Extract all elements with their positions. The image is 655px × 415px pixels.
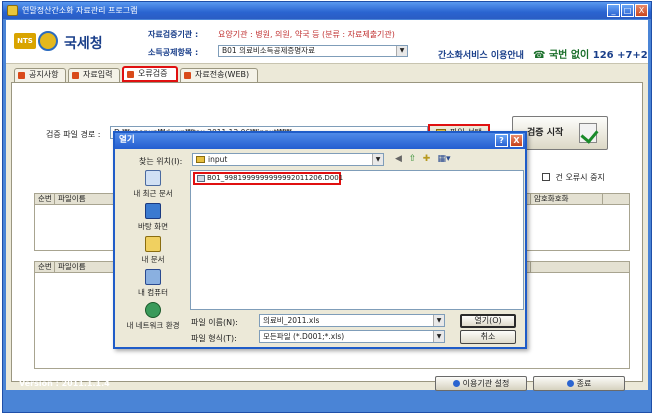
tab-icon	[184, 72, 191, 79]
place-desktop[interactable]: 바탕 화면	[119, 203, 187, 235]
filetype-label: 파일 형식(T):	[191, 334, 237, 343]
cancel-button[interactable]: 취소	[460, 330, 516, 344]
open-button[interactable]: 열기(O)	[460, 314, 516, 328]
tab-label: 오류검증	[138, 69, 168, 78]
back-icon[interactable]: ◀	[393, 154, 404, 165]
org-value: 요양기관 : 병원, 의원, 약국 등 (분류 : 자료제출기관)	[218, 30, 395, 39]
dialog-title-bar[interactable]: 열기 ? X	[115, 133, 525, 149]
phone-number: 126 +7+2	[592, 50, 648, 61]
filetype-value: 모든파일 (*.D001;*.xls)	[263, 332, 345, 341]
place-label: 바탕 화면	[138, 222, 168, 231]
chevron-down-icon[interactable]: ▼	[433, 331, 444, 342]
org-setup-label: 이용기관 설정	[462, 379, 510, 388]
chevron-down-icon[interactable]: ▼	[396, 46, 407, 56]
phone-info: ☎ 국번 없이 126 +7+2	[533, 46, 648, 61]
new-folder-icon[interactable]: ✚	[421, 154, 432, 165]
app-icon	[7, 5, 18, 16]
tab-icon	[18, 72, 25, 79]
look-in-value: input	[208, 155, 228, 164]
places-bar: 내 최근 문서 바탕 화면 내 문서 내 컴퓨터 내 네트워크 환경	[119, 170, 187, 346]
service-info-link[interactable]: 간소화서비스 이용안내	[438, 48, 524, 61]
chevron-down-icon[interactable]: ▼	[372, 154, 383, 165]
my-docs-icon	[145, 236, 161, 252]
look-in-select[interactable]: input ▼	[192, 153, 384, 166]
footer-bar: Version : 2011.1.1.4 이용기관 설정 종료	[3, 372, 645, 394]
tab-label: 자료전송(WEB)	[195, 70, 250, 79]
place-recent[interactable]: 내 최근 문서	[119, 170, 187, 202]
view-menu-icon[interactable]: ▦▾	[435, 154, 453, 165]
file-name: B01_9981999999999992011206.D001	[207, 174, 344, 182]
stop-on-error-checkbox[interactable]	[542, 173, 550, 181]
verify-start-label: 검증 시작	[527, 128, 564, 138]
place-my-computer[interactable]: 내 컴퓨터	[119, 269, 187, 301]
exit-button[interactable]: 종료	[533, 376, 625, 391]
checklist-icon	[579, 123, 597, 143]
tab-error-verify[interactable]: 오류검증	[122, 66, 178, 82]
open-file-dialog: 열기 ? X 찾는 위치(I): input ▼ ◀ ⇧ ✚ ▦▾ 내 최근 문…	[113, 131, 527, 349]
version-text: Version : 2011.1.1.4	[19, 379, 110, 388]
place-label: 내 문서	[141, 255, 165, 264]
desktop-icon	[145, 203, 161, 219]
title-bar[interactable]: 연말정산간소화 자료관리 프로그램 _ □ X	[3, 2, 651, 19]
tab-label: 자료입력	[83, 70, 113, 79]
deduction-type-value: B01 의료비소득공제증명자료	[222, 46, 315, 55]
stop-on-error-option[interactable]: 건 오류시 중지	[542, 172, 605, 183]
computer-icon	[145, 269, 161, 285]
recent-docs-icon	[145, 170, 161, 186]
network-icon	[145, 302, 161, 318]
filename-input[interactable]: 의료비_2011.xls ▼	[259, 314, 445, 327]
file-icon	[197, 175, 205, 182]
place-my-docs[interactable]: 내 문서	[119, 236, 187, 268]
minimize-button[interactable]: _	[607, 4, 620, 17]
up-folder-icon[interactable]: ⇧	[407, 154, 418, 165]
arrow-icon	[566, 380, 574, 387]
phone-label: 국번 없이	[548, 50, 590, 61]
filetype-select[interactable]: 모든파일 (*.D001;*.xls) ▼	[259, 330, 445, 343]
tab-icon	[127, 71, 134, 78]
place-label: 내 네트워크 환경	[126, 321, 180, 330]
maximize-button[interactable]: □	[621, 4, 634, 17]
path-label: 검증 파일 경로 :	[46, 130, 101, 139]
org-setup-button[interactable]: 이용기관 설정	[435, 376, 527, 391]
tab-label: 공지사항	[29, 70, 59, 79]
place-label: 내 최근 문서	[133, 189, 173, 198]
deduction-type-select[interactable]: B01 의료비소득공제증명자료 ▼	[218, 45, 408, 57]
look-in-label: 찾는 위치(I):	[139, 157, 183, 166]
window-title: 연말정산간소화 자료관리 프로그램	[22, 6, 138, 15]
nts-logo: NTS 국세청	[14, 30, 110, 54]
tab-notice[interactable]: 공지사항	[14, 68, 66, 82]
close-button[interactable]: X	[635, 4, 648, 17]
col-no: 순번	[35, 194, 55, 204]
place-network[interactable]: 내 네트워크 환경	[119, 302, 187, 334]
agency-name: 국세청	[64, 36, 103, 52]
nts-badge: NTS	[14, 33, 36, 49]
tab-data-transfer-web[interactable]: 자료전송(WEB)	[180, 68, 258, 82]
app-header: NTS 국세청 자료검증기관 : 요양기관 : 병원, 의원, 약국 등 (분류…	[6, 20, 648, 64]
exit-label: 종료	[576, 379, 592, 388]
stop-on-error-label: 건 오류시 중지	[555, 173, 605, 182]
arrow-icon	[452, 380, 460, 387]
tab-icon	[72, 72, 79, 79]
org-label: 자료검증기관 :	[148, 30, 199, 39]
file-item[interactable]: B01_9981999999999992011206.D001	[193, 172, 344, 185]
place-label: 내 컴퓨터	[138, 288, 168, 297]
filename-label: 파일 이름(N):	[191, 318, 238, 327]
dialog-close-button[interactable]: X	[510, 134, 523, 147]
col-no: 순번	[35, 262, 55, 272]
file-list[interactable]: B01_9981999999999992011206.D001	[190, 170, 524, 310]
col-crypto: 암호화호화	[531, 194, 603, 204]
phone-icon: ☎	[533, 50, 546, 61]
dialog-title: 열기	[119, 135, 135, 145]
tab-bar: 공지사항 자료입력 오류검증 자료전송(WEB)	[6, 65, 648, 82]
chevron-down-icon[interactable]: ▼	[433, 315, 444, 326]
help-button[interactable]: ?	[495, 134, 508, 147]
deduction-type-label: 소득공제항목 :	[148, 48, 199, 57]
filename-value: 의료비_2011.xls	[263, 316, 320, 325]
emblem-icon	[38, 31, 58, 51]
tab-data-input[interactable]: 자료입력	[68, 68, 120, 82]
folder-icon	[196, 156, 205, 163]
